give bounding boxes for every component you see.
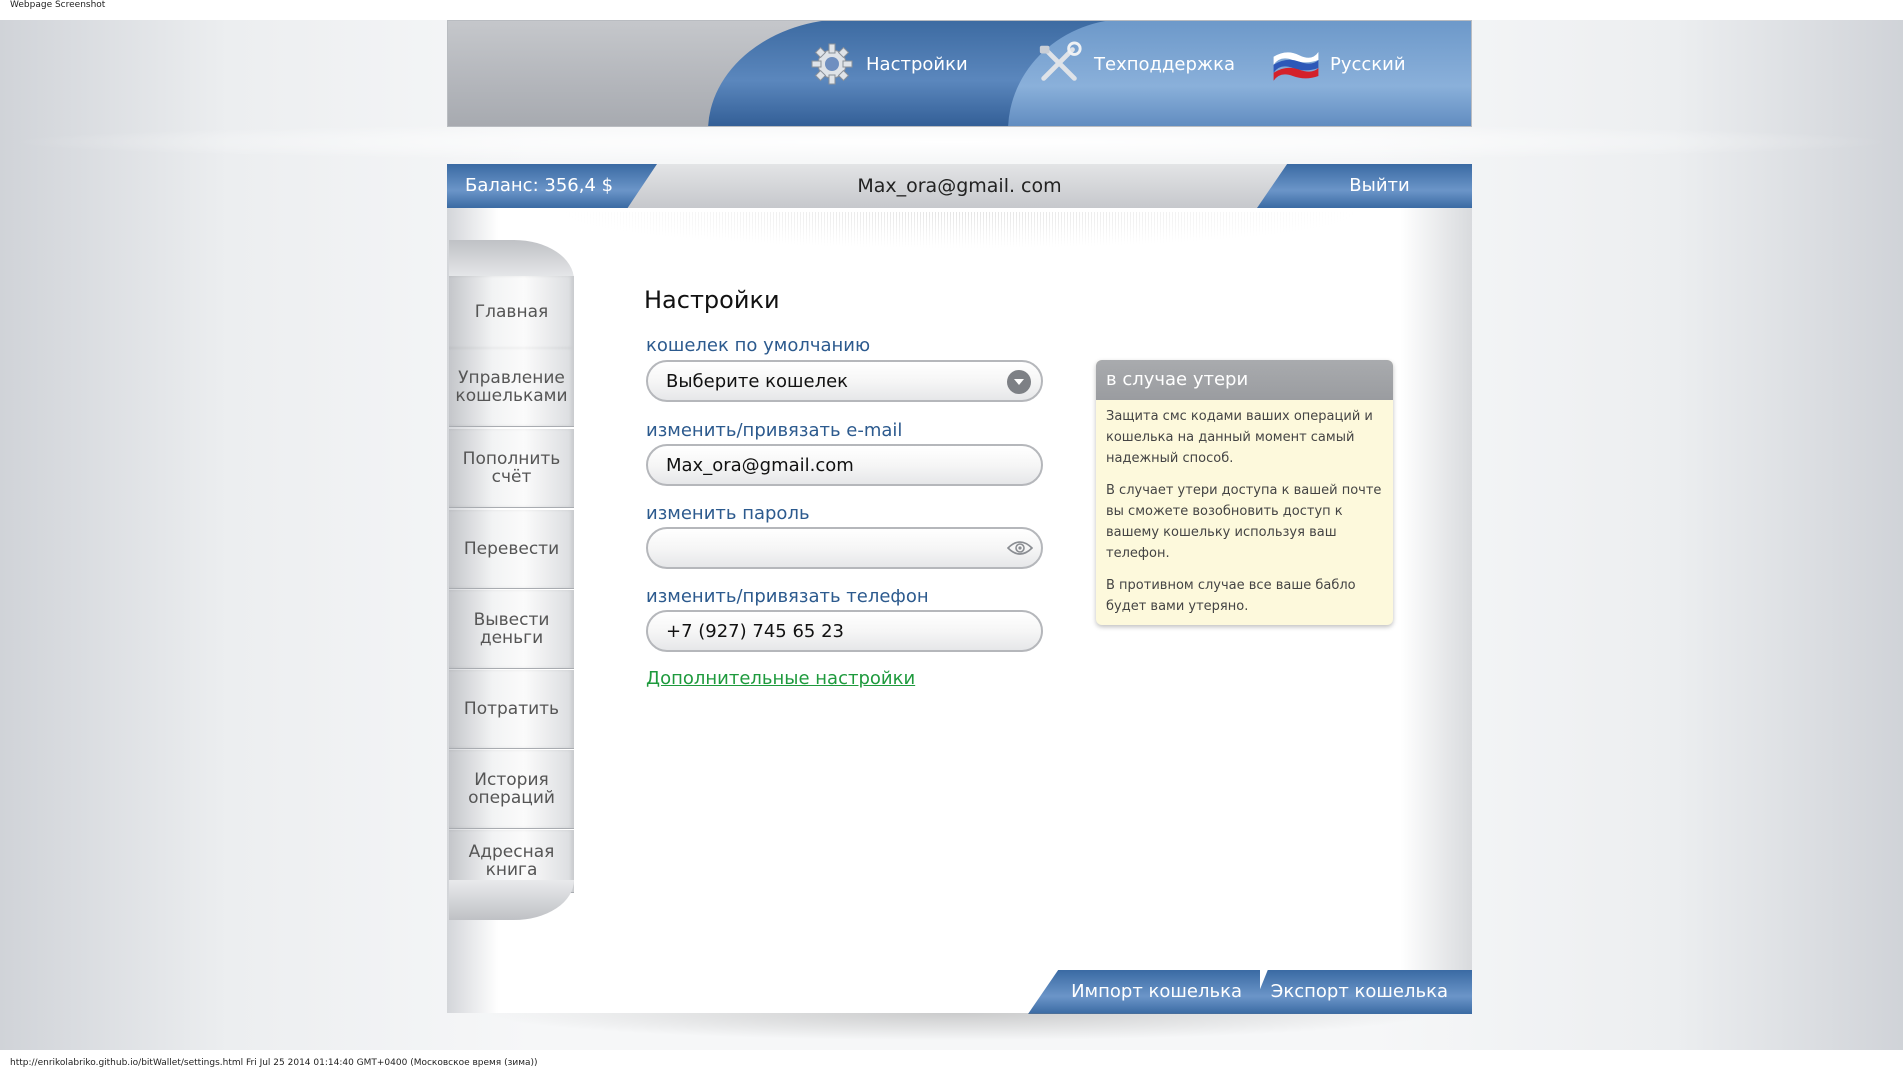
eye-icon[interactable] <box>1006 539 1034 557</box>
page-footer-url: http://enrikolabriko.github.io/bitWallet… <box>10 1058 538 1068</box>
russia-flag-icon <box>1272 40 1320 88</box>
sidebar-item-wallets[interactable]: Управление кошельками <box>449 348 574 427</box>
logout-button[interactable]: Выйти <box>1257 164 1472 208</box>
sidebar-top-cap <box>449 240 574 280</box>
gear-icon <box>808 40 856 88</box>
sidebar-item-withdraw[interactable]: Вывести деньги <box>449 590 574 669</box>
info-paragraph: В случает утери доступа к вашей почте вы… <box>1106 483 1382 561</box>
import-wallet-button[interactable]: Импорт кошелька <box>1028 970 1260 1014</box>
page-title: Настройки <box>644 286 780 314</box>
support-nav-label: Техподдержка <box>1094 53 1236 75</box>
email-field-value: Max_ora@gmail.com <box>666 454 854 476</box>
wallet-select-value: Выберите кошелек <box>666 370 849 392</box>
sidebar-item-spend[interactable]: Потратить <box>449 670 574 749</box>
support-nav-button[interactable]: Техподдержка <box>1036 40 1235 88</box>
password-field[interactable] <box>646 527 1043 569</box>
wallet-select[interactable]: Выберите кошелек <box>646 360 1043 402</box>
language-nav-button[interactable]: Русский <box>1272 40 1406 88</box>
chevron-down-icon[interactable] <box>1007 370 1031 394</box>
header-shine <box>0 122 1903 162</box>
phone-label: изменить/привязать телефон <box>646 586 929 607</box>
info-box-body: Защита смс кодами ваших операций и кошел… <box>1096 400 1393 617</box>
phone-field-value: +7 (927) 745 65 23 <box>666 620 844 642</box>
page-caption: Webpage Screenshot <box>10 0 106 10</box>
settings-nav-button[interactable]: Настройки <box>808 40 968 88</box>
language-nav-label: Русский <box>1330 53 1406 75</box>
email-field[interactable]: Max_ora@gmail.com <box>646 444 1043 486</box>
sidebar-item-history[interactable]: История операций <box>449 750 574 829</box>
export-wallet-button[interactable]: Экспорт кошелька <box>1250 970 1472 1014</box>
bottom-shadow <box>447 1013 1472 1043</box>
account-bar: Max_ora@gmail. com Баланс: 356,4 $ Выйти <box>447 164 1472 208</box>
settings-nav-label: Настройки <box>866 53 968 75</box>
info-paragraph: Защита смс кодами ваших операций и кошел… <box>1106 409 1373 466</box>
wallet-label: кошелек по умолчанию <box>646 335 871 356</box>
sidebar: Главная Управление кошельками Пополнить … <box>449 240 574 940</box>
phone-field[interactable]: +7 (927) 745 65 23 <box>646 610 1043 652</box>
sidebar-item-deposit[interactable]: Пополнить счёт <box>449 429 574 508</box>
balance-display: Баланс: 356,4 $ <box>447 164 657 208</box>
sidebar-bottom-cap <box>449 880 574 920</box>
email-label: изменить/привязать e-mail <box>646 420 903 441</box>
sidebar-item-transfer[interactable]: Перевести <box>449 510 574 589</box>
panel-top-shadow <box>560 212 1360 248</box>
tools-icon <box>1036 40 1084 88</box>
info-box-title: в случае утери <box>1096 360 1393 400</box>
sidebar-item-home[interactable]: Главная <box>449 276 574 349</box>
info-box: в случае утери Защита смс кодами ваших о… <box>1096 360 1393 625</box>
advanced-settings-link[interactable]: Дополнительные настройки <box>646 668 915 689</box>
info-paragraph: В противном случае все ваше бабло будет … <box>1106 578 1356 614</box>
password-label: изменить пароль <box>646 503 810 524</box>
